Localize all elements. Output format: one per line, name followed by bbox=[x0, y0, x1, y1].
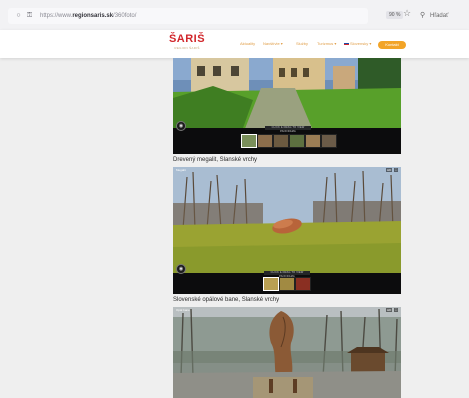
logo-tagline: REGION ŠARIŠ bbox=[174, 46, 200, 50]
thumbnail[interactable] bbox=[273, 134, 289, 148]
search-placeholder: Hľadať bbox=[430, 13, 449, 19]
panorama-image-3[interactable] bbox=[173, 307, 401, 398]
thumbnail[interactable] bbox=[321, 134, 337, 148]
lock-icon: ⚿ bbox=[26, 12, 33, 19]
thumbnail[interactable] bbox=[257, 134, 273, 148]
thumbnail[interactable] bbox=[263, 277, 279, 291]
address-bar[interactable]: ○ ⚿ https://www.regionsaris.sk/360foto/ bbox=[8, 8, 368, 24]
nav-item-aktuality[interactable]: Aktuality bbox=[240, 41, 255, 46]
scene-label: Opál bane bbox=[176, 308, 190, 312]
browser-search-field[interactable]: ⚲ Hľadať bbox=[418, 8, 466, 24]
fullscreen-icon[interactable]: ⛶ bbox=[394, 168, 399, 172]
scene-label: Megalit bbox=[176, 168, 186, 172]
nav-item-turizmus[interactable]: Turizmus ▾ bbox=[317, 41, 336, 46]
shield-icon[interactable]: ○ bbox=[14, 8, 23, 24]
contact-button[interactable]: Kontakt bbox=[378, 41, 406, 49]
search-icon: ⚲ bbox=[420, 12, 426, 19]
star-icon[interactable]: ☆ bbox=[403, 8, 411, 19]
vr-icon[interactable]: ◉ bbox=[176, 264, 186, 274]
hd-badge[interactable]: HD bbox=[386, 308, 393, 312]
thumbnail[interactable] bbox=[289, 134, 305, 148]
thumbnail[interactable] bbox=[295, 277, 311, 291]
hd-badge[interactable]: HD bbox=[386, 168, 393, 172]
panorama-viewer-1[interactable]: CLICK & DRAG TO VIEW PANORAMA ◉ bbox=[173, 58, 401, 154]
drag-hint: CLICK & DRAG TO VIEW PANORAMA bbox=[265, 126, 311, 133]
panorama-caption: Drevený megalit, Slanské vrchy bbox=[173, 157, 258, 163]
nav-item-language[interactable]: Slovensky ▾ bbox=[344, 41, 371, 46]
drag-hint: CLICK & DRAG TO VIEW PANORAMA bbox=[264, 271, 310, 278]
logo-text: ŠARIŠ bbox=[168, 33, 206, 45]
thumbnail[interactable] bbox=[279, 277, 295, 291]
browser-toolbar: ○ ⚿ https://www.regionsaris.sk/360foto/ … bbox=[0, 0, 469, 31]
panorama-viewer-2[interactable]: Megalit HD ⛶ CLICK & DRAG TO VIEW PANORA… bbox=[173, 167, 401, 294]
zoom-level[interactable]: 90 % bbox=[386, 11, 404, 19]
url-text[interactable]: https://www.regionsaris.sk/360foto/ bbox=[40, 8, 136, 24]
nav-item-navstivte[interactable]: Navštívte ▾ bbox=[263, 41, 283, 46]
nav-item-sluzby[interactable]: Služby bbox=[296, 41, 308, 46]
site-logo[interactable]: ŠARIŠ REGION ŠARIŠ bbox=[167, 33, 207, 50]
vr-icon[interactable]: ◉ bbox=[176, 121, 186, 131]
panorama-viewer-3[interactable]: Opál bane HD ⛶ bbox=[173, 307, 401, 398]
thumbnail[interactable] bbox=[241, 134, 257, 148]
thumbnail[interactable] bbox=[305, 134, 321, 148]
flag-icon bbox=[344, 42, 349, 46]
panorama-caption: Slovenské opálové bane, Slanské vrchy bbox=[173, 297, 280, 303]
fullscreen-icon[interactable]: ⛶ bbox=[394, 308, 399, 312]
